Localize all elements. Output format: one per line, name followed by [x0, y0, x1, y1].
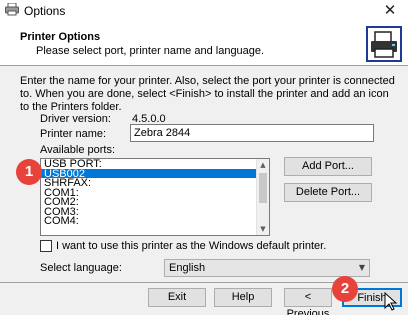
language-value: English [169, 262, 206, 274]
default-printer-label: I want to use this printer as the Window… [56, 240, 327, 252]
add-port-button[interactable]: Add Port... [284, 157, 372, 176]
window-title: Options [24, 4, 66, 18]
intro-text: Enter the name for your printer. Also, s… [20, 75, 395, 113]
step-badge-1: 1 [16, 159, 42, 185]
step-badge-2: 2 [332, 276, 358, 302]
driver-version-label: Driver version: [40, 113, 111, 125]
scroll-up-icon[interactable]: ▲ [257, 159, 269, 171]
wizard-header: Printer Options Please select port, prin… [0, 20, 408, 66]
ports-scrollbar[interactable]: ▲ ▼ [256, 159, 269, 235]
header-subtitle: Please select port, printer name and lan… [36, 45, 265, 57]
printer-name-label: Printer name: [40, 128, 107, 140]
language-label: Select language: [40, 262, 122, 274]
close-icon[interactable]: ✕ [372, 0, 408, 20]
available-ports-label: Available ports: [40, 144, 116, 156]
help-button[interactable]: Help [214, 288, 272, 307]
scroll-thumb[interactable] [259, 173, 267, 203]
header-title: Printer Options [20, 31, 101, 43]
previous-button[interactable]: < Previous [284, 288, 332, 315]
ports-listbox[interactable]: USB PORT: USB002 SHRFAX: COM1: COM2: COM… [40, 158, 270, 236]
delete-port-button[interactable]: Delete Port... [284, 183, 372, 202]
printer-icon [5, 3, 19, 16]
port-item[interactable]: COM4: [41, 216, 269, 226]
scroll-down-icon[interactable]: ▼ [257, 223, 269, 235]
language-select[interactable]: English ▼ [164, 259, 370, 277]
title-bar: Options ✕ [0, 0, 408, 20]
printer-name-field[interactable]: Zebra 2844 [130, 124, 374, 142]
mouse-pointer-icon [384, 292, 398, 311]
printer-install-icon [366, 26, 402, 62]
default-printer-checkbox[interactable] [40, 240, 52, 252]
chevron-down-icon[interactable]: ▼ [359, 260, 365, 276]
exit-button[interactable]: Exit [148, 288, 206, 307]
